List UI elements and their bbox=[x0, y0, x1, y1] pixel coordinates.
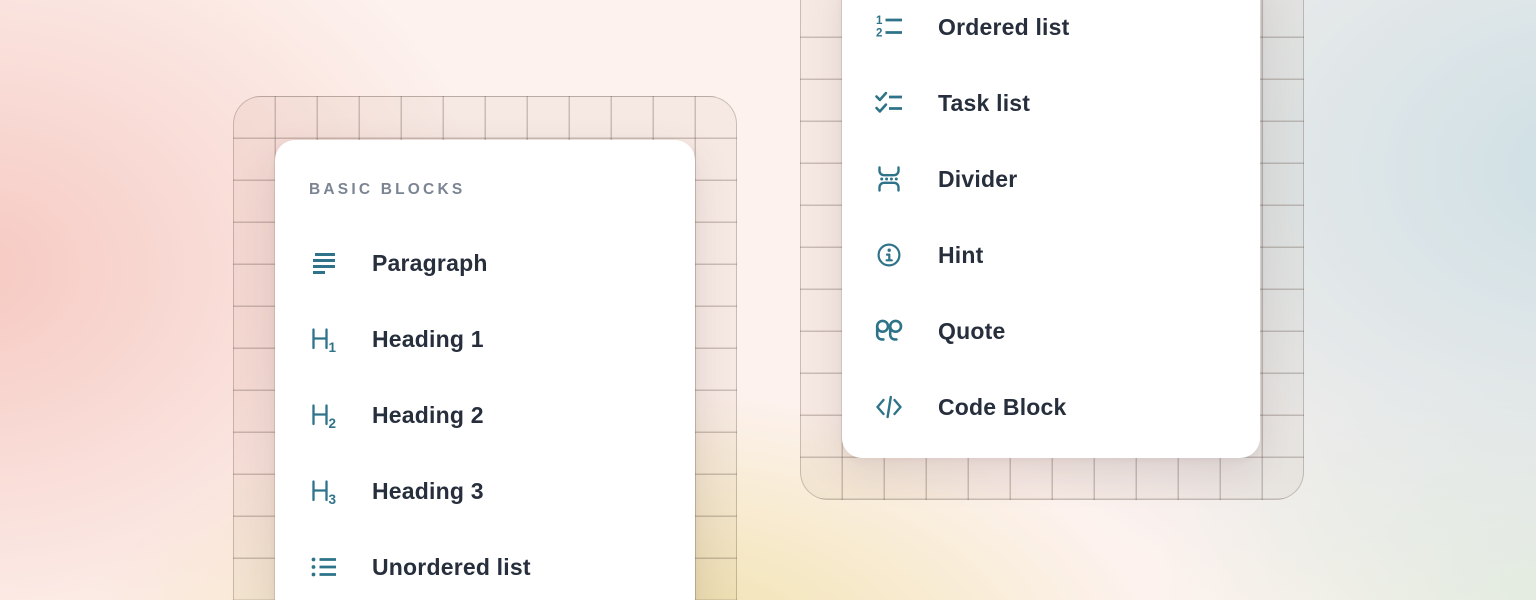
divider-icon bbox=[873, 163, 905, 195]
quote-icon bbox=[873, 315, 905, 347]
code-block-icon bbox=[873, 391, 905, 423]
menu-item-list: Ordered list Task list Divider Hint Quot… bbox=[873, 0, 1260, 445]
menu-item-list: Paragraph Heading 1 Heading 2 Heading 3 … bbox=[308, 225, 695, 600]
menu-item-label: Code Block bbox=[938, 396, 1067, 419]
menu-item-label: Unordered list bbox=[372, 556, 531, 579]
menu-item-label: Task list bbox=[938, 92, 1030, 115]
editor-blocks-hero: BASIC BLOCKS Paragraph Heading 1 Heading… bbox=[0, 0, 1536, 600]
menu-item[interactable]: Heading 2 bbox=[308, 377, 695, 453]
advanced-blocks-menu: Ordered list Task list Divider Hint Quot… bbox=[842, 0, 1260, 458]
menu-item-label: Heading 1 bbox=[372, 328, 484, 351]
hint-icon bbox=[873, 239, 905, 271]
menu-item[interactable]: Hint bbox=[873, 217, 1260, 293]
menu-item-label: Hint bbox=[938, 244, 984, 267]
menu-item[interactable]: Divider bbox=[873, 141, 1260, 217]
menu-item[interactable]: Heading 3 bbox=[308, 453, 695, 529]
menu-item[interactable]: Heading 1 bbox=[308, 301, 695, 377]
menu-item-label: Quote bbox=[938, 320, 1005, 343]
menu-item-label: Ordered list bbox=[938, 16, 1070, 39]
menu-item[interactable]: Code Block bbox=[873, 369, 1260, 445]
menu-item-label: Heading 2 bbox=[372, 404, 484, 427]
heading-2-icon bbox=[308, 399, 340, 431]
menu-item-label: Heading 3 bbox=[372, 480, 484, 503]
menu-item[interactable]: Quote bbox=[873, 293, 1260, 369]
section-label: BASIC BLOCKS bbox=[309, 182, 695, 198]
menu-item-label: Divider bbox=[938, 168, 1017, 191]
heading-3-icon bbox=[308, 475, 340, 507]
unordered-list-icon bbox=[308, 551, 340, 583]
menu-item[interactable]: Ordered list bbox=[873, 0, 1260, 65]
heading-1-icon bbox=[308, 323, 340, 355]
task-list-icon bbox=[873, 87, 905, 119]
ordered-list-icon bbox=[873, 11, 905, 43]
menu-item[interactable]: Task list bbox=[873, 65, 1260, 141]
paragraph-icon bbox=[308, 247, 340, 279]
menu-item[interactable]: Unordered list bbox=[308, 529, 695, 600]
menu-item[interactable]: Paragraph bbox=[308, 225, 695, 301]
basic-blocks-menu: BASIC BLOCKS Paragraph Heading 1 Heading… bbox=[275, 140, 695, 600]
menu-item-label: Paragraph bbox=[372, 252, 488, 275]
